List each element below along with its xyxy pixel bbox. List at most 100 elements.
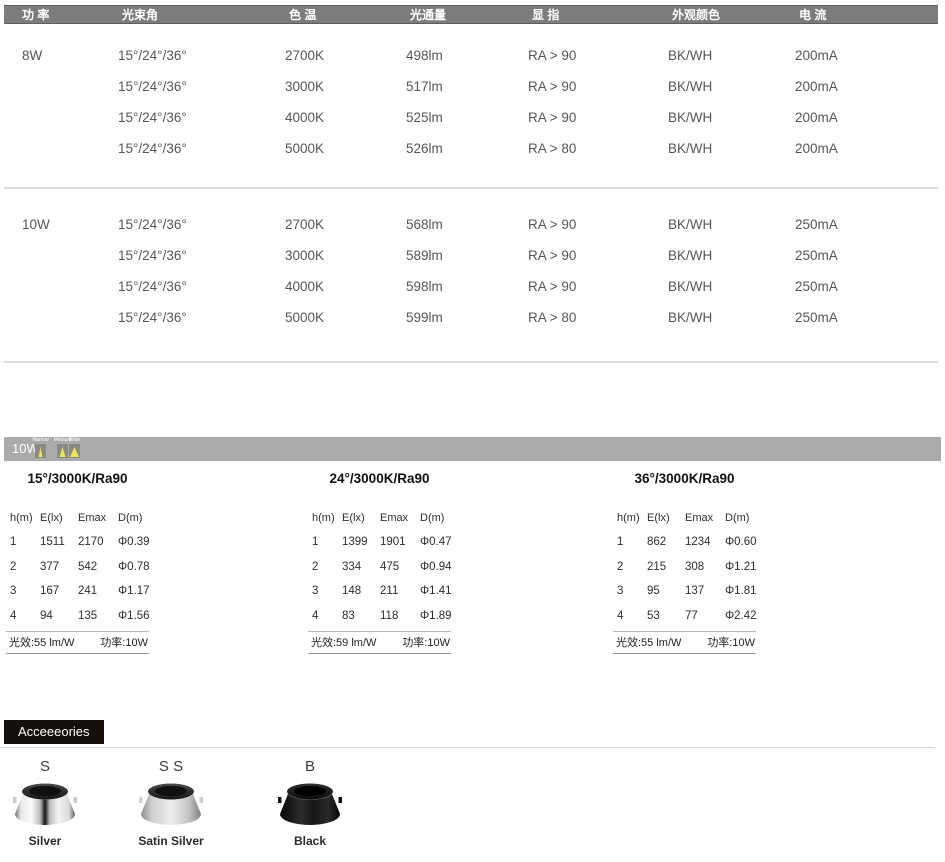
spec-rows: 15°/24°/36° 2700K 498lm RA > 90 BK/WH 20… [4,40,938,164]
cct-cell: 5000K [285,310,406,325]
diameter-cell: Φ1.89 [420,610,452,622]
illuminance-cell: 167 [40,585,78,597]
photometric-footer: 光效:55 lm/W 功率:10W [613,631,756,654]
beam-angle-cell: 15°/24°/36° [118,79,285,94]
illuminance-cell: 95 [647,585,685,597]
spec-table-header-bar: 功 率光束角色 温光通量显 指外观颜色电 流 [4,5,938,24]
height-cell: 1 [617,536,647,548]
photometric-footer: 光效:55 lm/W 功率:10W [6,631,149,654]
current-cell: 200mA [795,48,938,63]
cct-cell: 3000K [285,79,406,94]
emax-cell: 1901 [380,536,420,548]
diameter-cell: Φ0.39 [118,536,150,548]
photometric-row: 4 94 135 Φ1.56 [6,604,149,629]
beam-angle-cell: 15°/24°/36° [118,48,285,63]
column-header: D(m) [725,512,756,524]
separator-line [4,187,938,189]
illuminance-cell: 862 [647,536,685,548]
power-label: 功率:10W [100,634,148,650]
photometric-row: 2 377 542 Φ0.78 [6,555,149,580]
column-header: 色 温 [289,6,410,23]
diameter-cell: Φ0.94 [420,561,452,573]
accessory-item-satin-silver: S S Satin Sil [111,758,231,848]
beam-angle-cell: 15°/24°/36° [118,217,285,232]
photometric-row: 4 53 77 Φ2.42 [613,604,756,629]
spec-row: 15°/24°/36° 3000K 589lm RA > 90 BK/WH 25… [118,240,938,271]
column-header: 外观颜色 [672,6,799,23]
height-cell: 1 [312,536,342,548]
cri-cell: RA > 80 [528,141,668,156]
flux-cell: 525lm [406,110,528,125]
current-cell: 200mA [795,110,938,125]
beam-angle-cell: 15°/24°/36° [118,310,285,325]
height-cell: 2 [312,561,342,573]
column-header: E(lx) [40,512,78,524]
diameter-cell: Φ1.21 [725,561,757,573]
photometric-table-15deg: 15°/3000K/Ra90 h(m)E(lx)EmaxD(m) 1 1511 … [6,462,149,654]
accessory-name: Black [250,834,370,848]
height-cell: 3 [312,585,342,597]
column-header: 光束角 [122,6,289,23]
illuminance-cell: 215 [647,561,685,573]
photometric-title: 24°/3000K/Ra90 [308,471,451,487]
illuminance-cell: 53 [647,610,685,622]
housing-color-cell: BK/WH [668,48,795,63]
flux-cell: 526lm [406,141,528,156]
emax-cell: 241 [78,585,118,597]
column-header: D(m) [420,512,451,524]
photometric-row: 1 1399 1901 Φ0.47 [308,530,451,555]
cct-cell: 4000K [285,279,406,294]
photometric-section-band: 10W Narrow Medium Wide [4,437,941,461]
height-cell: 2 [10,561,40,573]
illuminance-cell: 83 [342,610,380,622]
current-cell: 250mA [795,217,938,232]
diameter-cell: Φ2.42 [725,610,757,622]
photometric-row: 1 1511 2170 Φ0.39 [6,530,149,555]
illuminance-cell: 1511 [40,536,78,548]
diameter-cell: Φ0.47 [420,536,452,548]
height-cell: 4 [617,610,647,622]
height-cell: 3 [10,585,40,597]
photometric-row: 1 862 1234 Φ0.60 [613,530,756,555]
column-header: 光通量 [410,6,532,23]
illuminance-cell: 377 [40,561,78,573]
narrow-beam-icon [35,444,46,458]
cri-cell: RA > 90 [528,79,668,94]
photometric-row: 3 95 137 Φ1.81 [613,579,756,604]
emax-cell: 308 [685,561,725,573]
photometric-rows: 1 1399 1901 Φ0.47 2 334 475 Φ0.94 3 148 … [308,530,451,628]
illuminance-cell: 334 [342,561,380,573]
cri-cell: RA > 90 [528,217,668,232]
current-cell: 250mA [795,248,938,263]
cct-cell: 2700K [285,48,406,63]
cri-cell: RA > 90 [528,248,668,263]
housing-color-cell: BK/WH [668,310,795,325]
column-header: Emax [380,512,420,524]
current-cell: 200mA [795,79,938,94]
housing-color-cell: BK/WH [668,141,795,156]
cct-cell: 3000K [285,248,406,263]
diameter-cell: Φ1.56 [118,610,150,622]
accessory-code: S S [111,758,231,778]
photometric-rows: 1 862 1234 Φ0.60 2 215 308 Φ1.21 3 95 13… [613,530,756,628]
cri-cell: RA > 90 [528,48,668,63]
column-header: 电 流 [799,6,938,23]
photometric-row: 2 215 308 Φ1.21 [613,555,756,580]
diameter-cell: Φ1.41 [420,585,452,597]
spec-row: 15°/24°/36° 5000K 599lm RA > 80 BK/WH 25… [118,302,938,333]
emax-cell: 118 [380,610,420,622]
photometric-rows: 1 1511 2170 Φ0.39 2 377 542 Φ0.78 3 167 … [6,530,149,628]
wide-beam-icon [69,444,80,458]
flux-cell: 568lm [406,217,528,232]
spec-row: 15°/24°/36° 4000K 598lm RA > 90 BK/WH 25… [118,271,938,302]
cct-cell: 2700K [285,217,406,232]
emax-cell: 475 [380,561,420,573]
height-cell: 4 [10,610,40,622]
photometric-title: 15°/3000K/Ra90 [6,471,149,487]
emax-cell: 1234 [685,536,725,548]
column-header: 显 指 [532,6,672,23]
column-header: 功 率 [22,6,122,23]
spec-row: 15°/24°/36° 5000K 526lm RA > 80 BK/WH 20… [118,133,938,164]
black-ring-image [250,782,370,828]
housing-color-cell: BK/WH [668,248,795,263]
